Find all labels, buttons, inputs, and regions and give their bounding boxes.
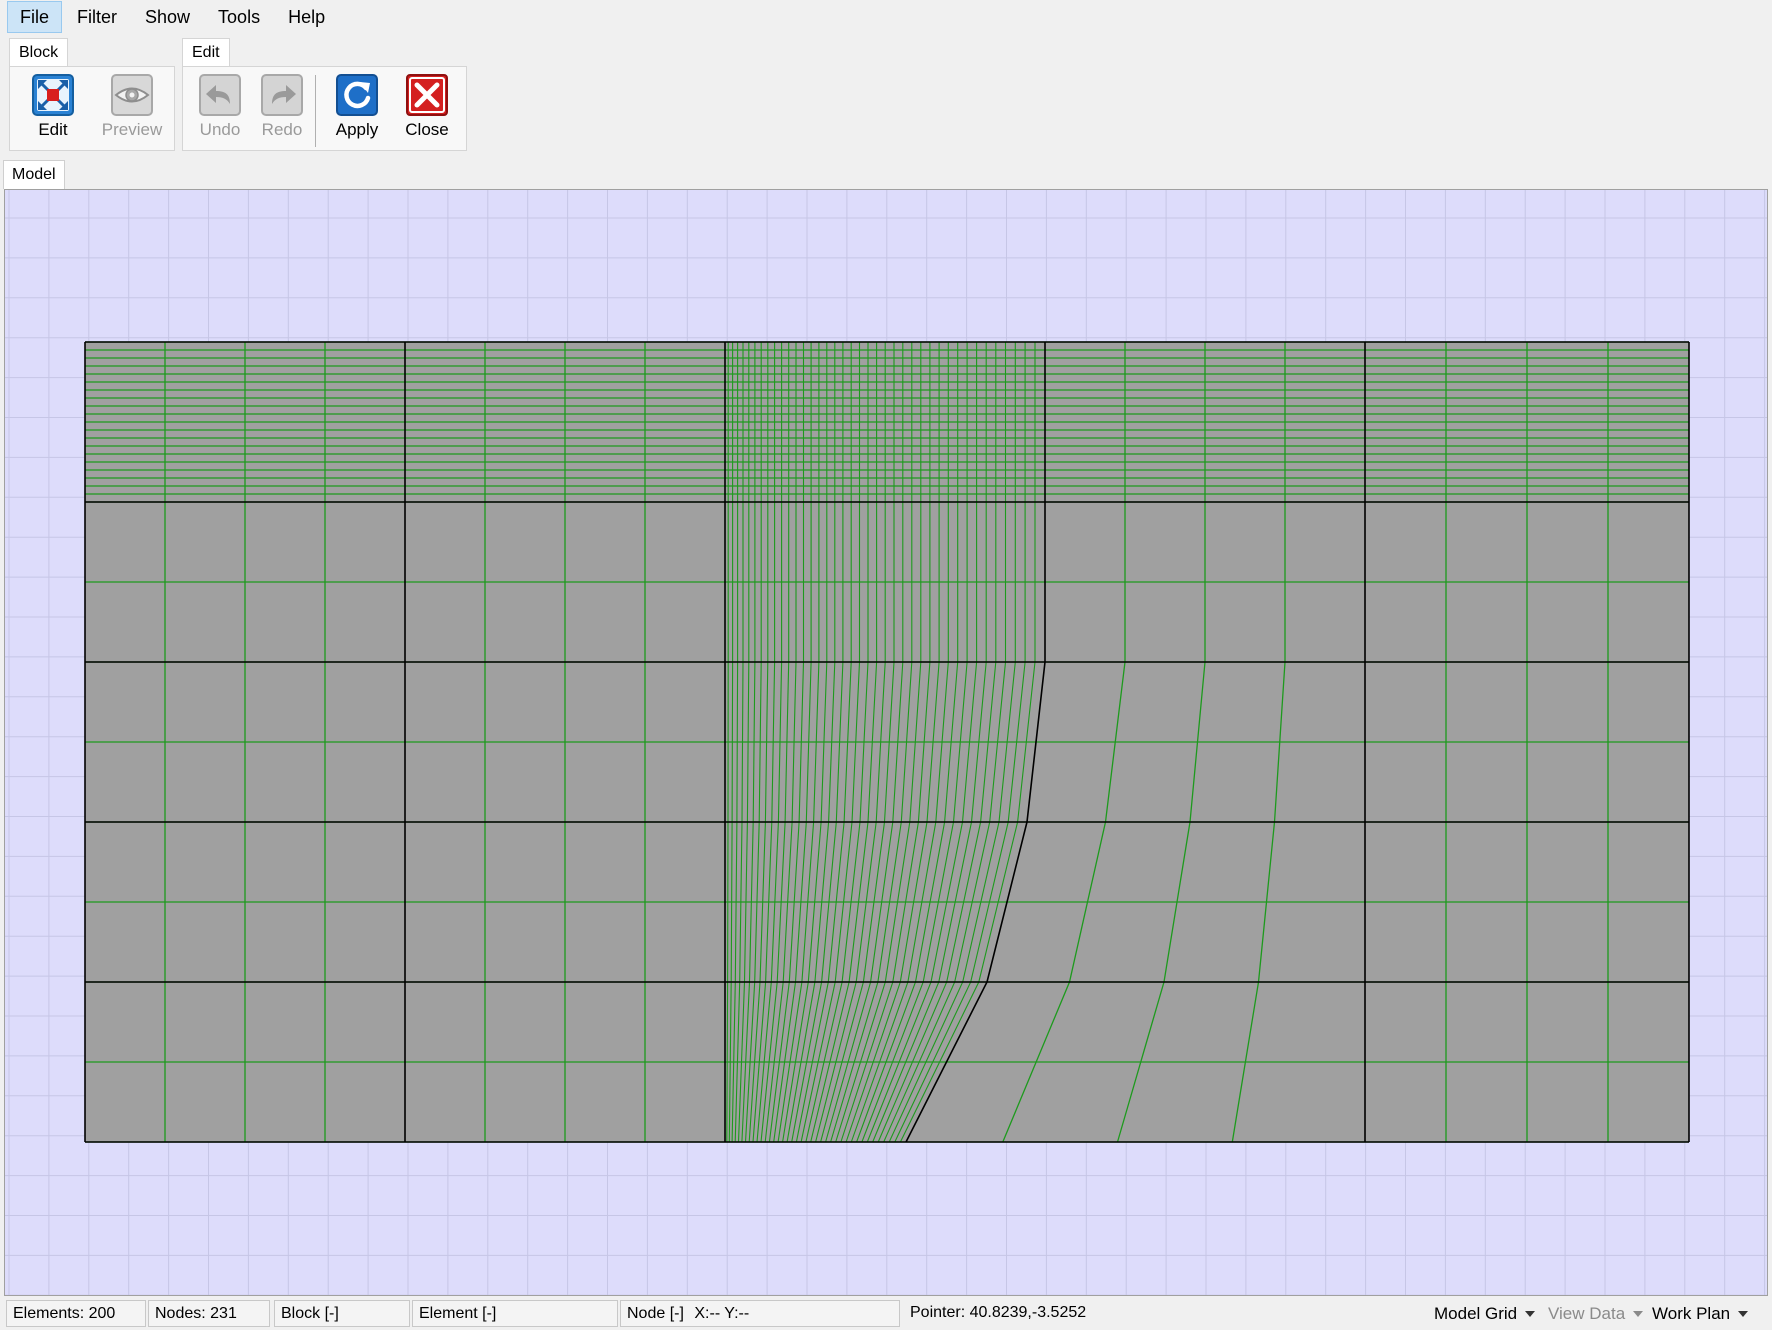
status-nodes: Nodes: 231 xyxy=(148,1300,270,1327)
preview-button[interactable]: Preview xyxy=(96,70,168,150)
apply-button[interactable]: Apply xyxy=(325,70,389,150)
status-block: Block [-] xyxy=(274,1300,410,1327)
chevron-down-icon xyxy=(1633,1310,1644,1317)
status-elements: Elements: 200 xyxy=(6,1300,146,1327)
status-node: Node [-] xyxy=(627,1305,684,1322)
close-x-icon xyxy=(406,74,448,116)
finite-element-mesh[interactable] xyxy=(84,341,1690,1143)
chevron-down-icon xyxy=(1525,1310,1536,1317)
ribbon-group-block: Edit Preview xyxy=(9,66,175,151)
apply-label: Apply xyxy=(335,120,379,139)
redo-button[interactable]: Redo xyxy=(250,70,314,150)
edit-block-button[interactable]: Edit xyxy=(21,70,85,150)
preview-eye-icon xyxy=(111,74,153,116)
edit-block-label: Edit xyxy=(38,120,68,139)
redo-label: Redo xyxy=(261,120,303,139)
status-xy: X:-- Y:-- xyxy=(694,1305,750,1322)
model-grid-label: Model Grid xyxy=(1434,1303,1518,1323)
close-label: Close xyxy=(405,120,449,139)
menu-filter[interactable]: Filter xyxy=(64,1,130,33)
chevron-down-icon xyxy=(1738,1310,1749,1317)
menu-bar: File Filter Show Tools Help xyxy=(0,0,1772,33)
ribbon-tab-edit[interactable]: Edit xyxy=(182,38,230,68)
ribbon-toolbar: Block Edit Preview Edit Undo Redo Apply … xyxy=(0,33,1772,161)
view-data-label: View Data xyxy=(1548,1303,1626,1323)
view-data-dropdown[interactable]: View Data xyxy=(1548,1300,1644,1327)
preview-label: Preview xyxy=(101,120,163,139)
redo-arrow-icon xyxy=(261,74,303,116)
status-element: Element [-] xyxy=(412,1300,618,1327)
apply-refresh-icon xyxy=(336,74,378,116)
edit-block-icon xyxy=(32,74,74,116)
undo-arrow-icon xyxy=(199,74,241,116)
close-button[interactable]: Close xyxy=(395,70,459,150)
ribbon-group-edit: Undo Redo Apply Close xyxy=(182,66,467,151)
menu-show[interactable]: Show xyxy=(132,1,203,33)
work-plan-label: Work Plan xyxy=(1652,1303,1731,1323)
mesh-canvas[interactable] xyxy=(5,190,1768,1296)
status-node-coords: Node [-] X:-- Y:-- xyxy=(620,1300,900,1327)
ribbon-separator xyxy=(315,75,316,147)
model-grid-dropdown[interactable]: Model Grid xyxy=(1434,1300,1536,1327)
menu-file[interactable]: File xyxy=(7,0,63,33)
status-bar: Elements: 200 Nodes: 231 Block [-] Eleme… xyxy=(0,1297,1772,1330)
status-pointer: Pointer: 40.8239,-3.5252 xyxy=(910,1304,1087,1321)
model-viewport[interactable] xyxy=(4,189,1768,1296)
undo-button[interactable]: Undo xyxy=(188,70,252,150)
menu-help[interactable]: Help xyxy=(275,1,338,33)
undo-label: Undo xyxy=(199,120,241,139)
work-plan-dropdown[interactable]: Work Plan xyxy=(1652,1300,1749,1327)
menu-tools[interactable]: Tools xyxy=(205,1,273,33)
ribbon-tab-block[interactable]: Block xyxy=(9,38,69,68)
tab-model[interactable]: Model xyxy=(3,160,65,189)
